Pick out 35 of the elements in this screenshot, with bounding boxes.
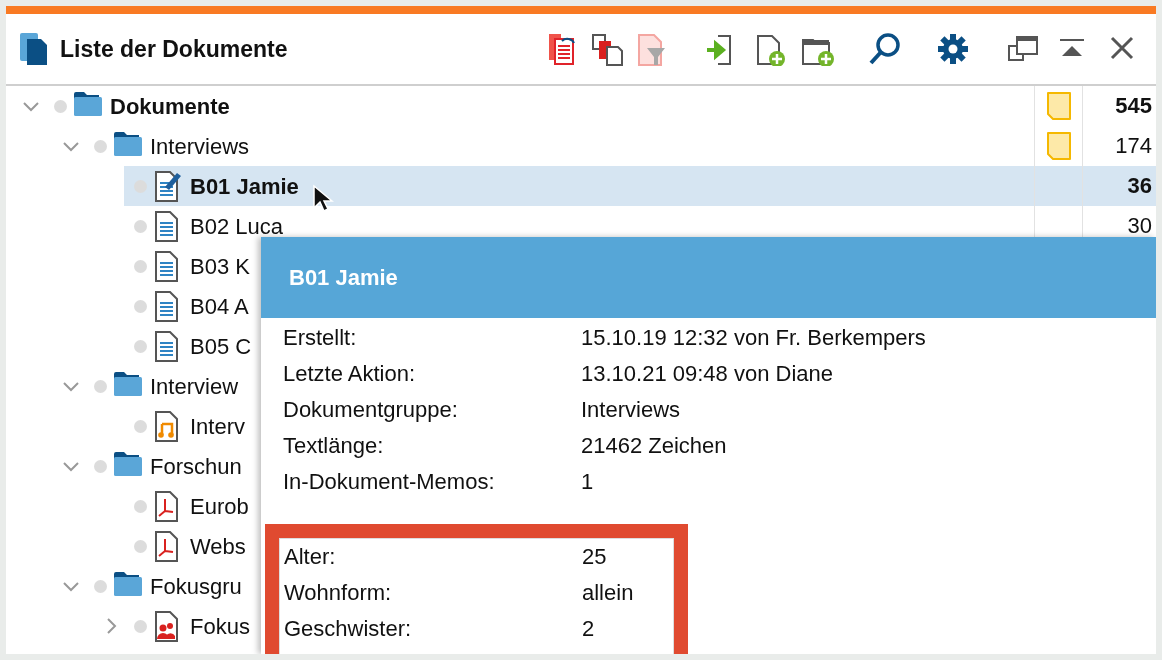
field-label: Geschwister: xyxy=(284,615,413,643)
field-label: Wohnform: xyxy=(284,579,393,607)
field-label: Erstellt: xyxy=(283,324,358,352)
field-value: allein xyxy=(582,579,635,607)
item-label: B04 A xyxy=(190,292,249,321)
window-title: Liste der Dokumente xyxy=(60,34,289,64)
tooltip-title: B01 Jamie xyxy=(261,237,1156,318)
item-count: 36 xyxy=(1127,173,1152,198)
item-label: Interviews xyxy=(150,132,250,161)
item-count: 545 xyxy=(1115,93,1152,118)
field-value: Interviews xyxy=(581,396,682,424)
field-label: Textlänge: xyxy=(283,432,385,460)
item-label: Forschun xyxy=(150,452,242,481)
item-label: Dokumente xyxy=(110,92,230,121)
field-label: Alter: xyxy=(284,543,337,571)
field-value: 25 xyxy=(582,543,608,571)
item-label: Eurob xyxy=(190,492,249,521)
field-value: 15.10.19 12:32 von Fr. Berkempers xyxy=(581,324,927,352)
item-count: 30 xyxy=(1127,213,1152,238)
item-label: Webs xyxy=(190,532,246,561)
item-label: Interview xyxy=(150,372,239,401)
field-value: 2 xyxy=(582,615,596,643)
field-value: 21462 Zeichen xyxy=(581,432,728,460)
field-label: Dokumentgruppe: xyxy=(283,396,459,424)
field-value: 1 xyxy=(581,468,595,496)
field-label: Letzte Aktion: xyxy=(283,360,417,388)
item-label: Interv xyxy=(190,412,246,441)
item-label: B01 Jamie xyxy=(190,172,299,201)
item-label: Fokusgru xyxy=(150,572,242,601)
item-label: Fokus xyxy=(190,612,250,641)
field-value: 13.10.21 09:48 von Diane xyxy=(581,360,834,388)
item-count: 174 xyxy=(1115,133,1152,158)
item-label: B05 C xyxy=(190,332,252,361)
field-label: In-Dokument-Memos: xyxy=(283,468,496,496)
item-label: B03 K xyxy=(190,252,250,281)
